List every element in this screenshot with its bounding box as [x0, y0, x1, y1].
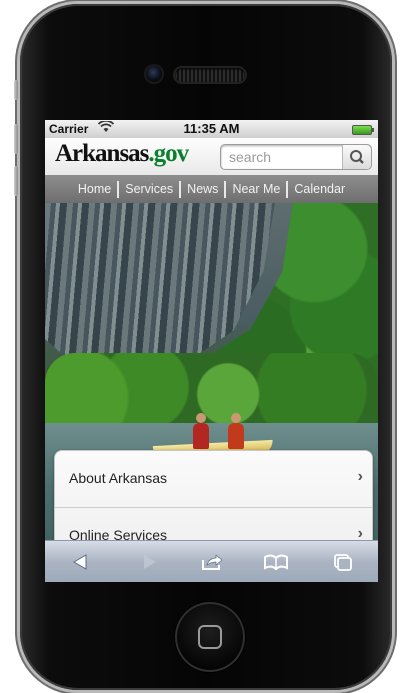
chevron-right-icon: › [357, 468, 363, 485]
search-box [220, 144, 372, 170]
magnifier-icon [350, 150, 364, 164]
back-arrow-icon[interactable] [67, 551, 97, 573]
photo-shoreline [45, 353, 378, 428]
arkansas-gov-logo[interactable]: Arkansas.gov [55, 140, 189, 168]
nav-home[interactable]: Home [72, 181, 117, 198]
tabs-icon[interactable] [327, 551, 357, 573]
logo-text-tld: .gov [148, 140, 189, 167]
silent-switch [14, 80, 18, 100]
status-bar: Carrier 11:35 AM [45, 120, 378, 138]
hero-photo-canoe-river: About Arkansas › Online Services › [45, 203, 378, 582]
phone-screen: Carrier 11:35 AM Arkansas.gov Home Servi… [45, 120, 378, 582]
search-button[interactable] [342, 145, 371, 169]
share-icon[interactable] [197, 551, 227, 573]
menu-item-about-arkansas[interactable]: About Arkansas › [55, 451, 372, 508]
earpiece-speaker [175, 68, 245, 82]
volume-down-button [14, 166, 18, 196]
clock-time: 11:35 AM [183, 121, 240, 136]
forward-arrow-icon[interactable] [133, 551, 163, 573]
safari-toolbar [45, 540, 378, 582]
site-header: Arkansas.gov [45, 138, 378, 175]
bookmarks-book-icon[interactable] [261, 551, 291, 573]
photo-paddler-2 [228, 413, 244, 449]
nav-calendar[interactable]: Calendar [286, 180, 351, 198]
nav-news[interactable]: News [179, 180, 224, 198]
photo-paddler-1 [193, 413, 209, 449]
main-nav: Home Services News Near Me Calendar [45, 175, 378, 203]
home-button[interactable] [175, 602, 245, 672]
home-square-icon [198, 625, 222, 649]
search-input[interactable] [227, 147, 341, 167]
logo-text-main: Arkansas [55, 140, 149, 167]
menu-item-label: About Arkansas [69, 470, 168, 486]
nav-near-me[interactable]: Near Me [224, 180, 286, 198]
volume-up-button [14, 124, 18, 154]
front-camera [146, 66, 162, 82]
nav-services[interactable]: Services [117, 180, 179, 198]
battery-icon [352, 125, 374, 135]
